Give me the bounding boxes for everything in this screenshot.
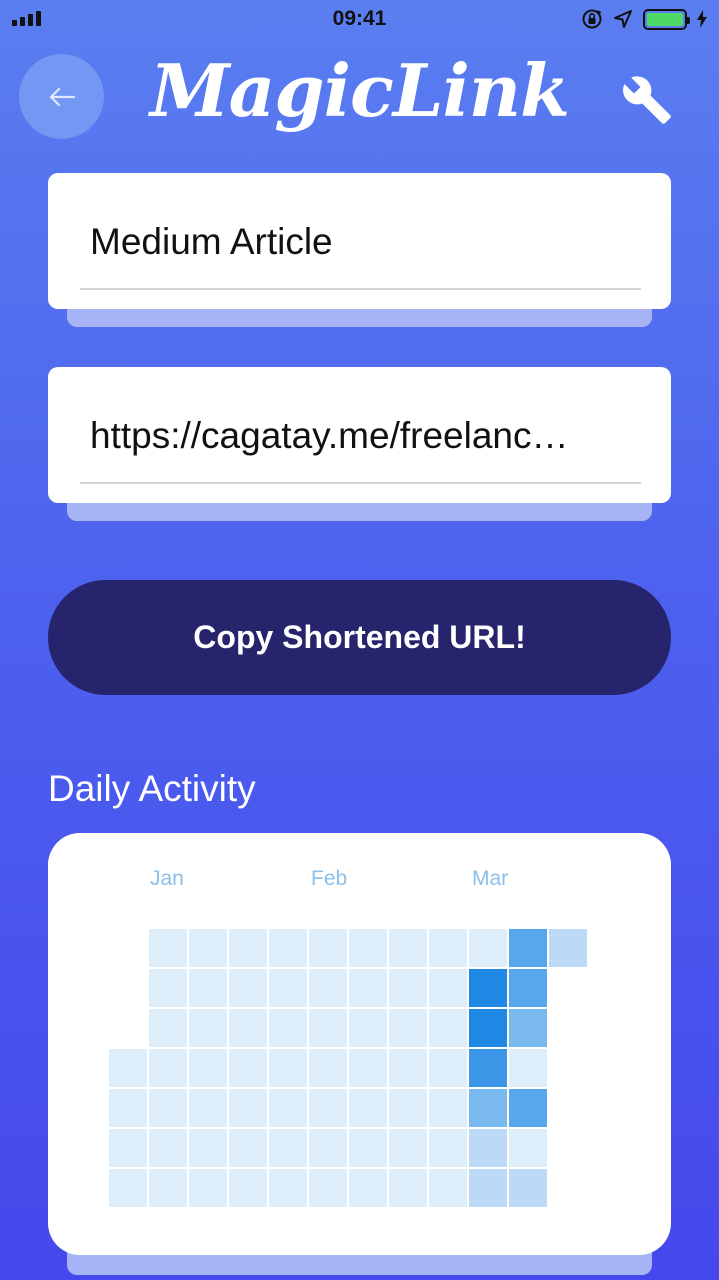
heatmap-cell [189,1089,227,1127]
heatmap-cell [149,1009,187,1047]
heatmap-cell [269,1089,307,1127]
heatmap-cell [149,929,187,967]
heatmap-cell [229,1129,267,1167]
heatmap-cell [229,1169,267,1207]
heatmap-cell [189,1049,227,1087]
heatmap-cell [269,1129,307,1167]
heatmap-cell [389,969,427,1007]
heatmap-cell [509,929,547,967]
month-label-jan: Jan [150,867,184,890]
heatmap-cell [429,1089,467,1127]
heatmap-cell [469,1089,507,1127]
heatmap-cell [349,929,387,967]
url-field-wrapper: https://cagatay.me/freelanc… [48,367,671,527]
heatmap-cell [349,1129,387,1167]
month-label-mar: Mar [472,867,509,890]
daily-activity-title: Daily Activity [48,768,256,809]
heatmap-cell [389,929,427,967]
heatmap-cell [229,1089,267,1127]
heatmap-cell [389,1089,427,1127]
heatmap-cell [109,1049,147,1087]
heatmap-cell [229,969,267,1007]
heatmap-cell [469,1169,507,1207]
heatmap-cell [149,1089,187,1127]
heatmap-cell [469,1049,507,1087]
heatmap-cell [349,1089,387,1127]
heatmap-cell [309,1009,347,1047]
heatmap-cell [549,929,587,967]
heatmap-cell [469,969,507,1007]
heatmap-cell [509,1089,547,1127]
heatmap-cell [389,1009,427,1047]
heatmap-cell [309,1049,347,1087]
heatmap-cell [469,1129,507,1167]
heatmap-cell [189,1129,227,1167]
heatmap-cell [189,1009,227,1047]
heatmap-cell [269,969,307,1007]
heatmap-cell [109,1169,147,1207]
heatmap-cell [429,1129,467,1167]
url-input-value[interactable]: https://cagatay.me/freelanc… [90,415,569,457]
heatmap-cell [309,1129,347,1167]
orientation-lock-icon [582,9,602,29]
heatmap-cell [149,969,187,1007]
heatmap-cell [429,969,467,1007]
copy-shortened-url-button[interactable]: Copy Shortened URL! [48,580,671,695]
title-field[interactable]: Medium Article [48,173,671,309]
input-underline [80,482,641,484]
heatmap-cell [309,969,347,1007]
heatmap-cell [269,1049,307,1087]
status-icons [581,8,707,30]
status-bar: 09:41 [0,0,719,40]
location-icon [614,10,632,28]
heatmap-cell [189,929,227,967]
heatmap-cell [109,1129,147,1167]
heatmap-cell [509,969,547,1007]
heatmap-cell [189,1169,227,1207]
heatmap-cell [509,1049,547,1087]
heatmap-cell [349,969,387,1007]
title-input-value[interactable]: Medium Article [90,221,333,263]
battery-level [647,12,683,26]
heatmap-cell [509,1009,547,1047]
heatmap-cell [309,929,347,967]
settings-button[interactable] [617,70,677,130]
app-logo: MagicLink [149,48,570,133]
heatmap-cell [149,1129,187,1167]
activity-heatmap-card: Jan Feb Mar [48,833,671,1255]
url-field[interactable]: https://cagatay.me/freelanc… [48,367,671,503]
heatmap-cell [469,929,507,967]
heatmap-cell [229,929,267,967]
heatmap-cell [269,1169,307,1207]
heatmap-cell [349,1009,387,1047]
heatmap-cell [509,1169,547,1207]
heatmap-cell [109,1089,147,1127]
month-label-feb: Feb [311,867,348,890]
battery-icon [643,8,690,30]
heatmap-cell [349,1049,387,1087]
charging-icon [697,10,707,28]
heatmap-cell [309,1169,347,1207]
heatmap-cell [509,1129,547,1167]
heatmap-cell [389,1129,427,1167]
heatmap-cell [389,1049,427,1087]
heatmap-cell [309,1089,347,1127]
heatmap-cell [429,1169,467,1207]
heatmap-cell [229,1049,267,1087]
heatmap-cell [229,1009,267,1047]
heatmap-cell [189,969,227,1007]
heatmap-cell [389,1169,427,1207]
heatmap-cell [349,1169,387,1207]
heatmap-cell [429,1049,467,1087]
input-underline [80,288,641,290]
heatmap-cell [269,1009,307,1047]
heatmap-cell [469,1009,507,1047]
title-field-wrapper: Medium Article [48,173,671,333]
heatmap-cell [149,1169,187,1207]
wrench-icon [623,76,671,124]
heatmap-cell [269,929,307,967]
heatmap-cell [429,929,467,967]
heatmap-cell [149,1049,187,1087]
heatmap-cell [429,1009,467,1047]
